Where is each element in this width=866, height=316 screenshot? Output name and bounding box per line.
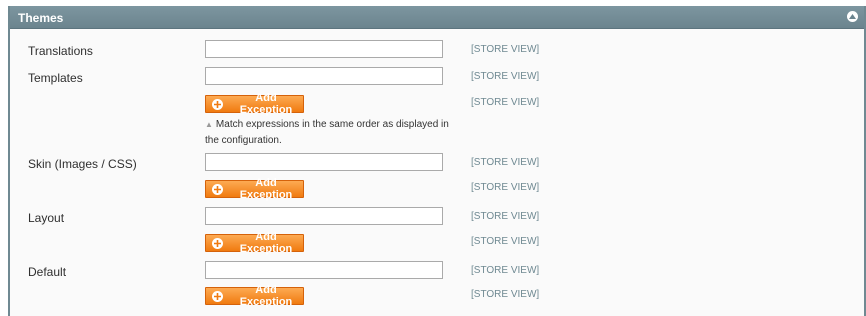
skin-add-exception-button[interactable]: Add Exception [205,177,304,201]
layout-exception-scope: [STORE VIEW] [471,236,540,247]
templates-exception-scope: [STORE VIEW] [471,97,540,108]
templates-scope: [STORE VIEW] [471,71,540,82]
templates-note: ▲ Match expressions in the same order as … [205,117,455,149]
note-arrow-icon: ▲ [205,120,213,129]
plus-circle-icon [212,183,223,195]
row-layout-exception: Add Exception [STORE VIEW] [10,231,864,258]
templates-label: Templates [28,71,83,85]
row-layout: Layout [STORE VIEW] [10,206,864,230]
default-label: Default [28,265,67,279]
skin-input[interactable] [205,153,443,171]
themes-panel: Themes Translations [STORE VIEW] Templat… [8,6,866,316]
plus-circle-icon [212,237,223,249]
default-add-exception-button[interactable]: Add Exception [205,284,304,308]
skin-label: Skin (Images / CSS) [28,157,137,171]
layout-input[interactable] [205,207,443,225]
layout-scope: [STORE VIEW] [471,211,540,222]
add-exception-label: Add Exception [239,177,293,201]
section-title: Themes [18,11,64,25]
plus-circle-icon [212,290,223,302]
default-exception-scope: [STORE VIEW] [471,289,540,300]
row-skin: Skin (Images / CSS) [STORE VIEW] [10,152,864,176]
layout-add-exception-button[interactable]: Add Exception [205,231,304,255]
translations-scope: [STORE VIEW] [471,44,540,55]
section-header[interactable]: Themes [10,6,864,29]
default-scope: [STORE VIEW] [471,265,540,276]
row-translations: Translations [STORE VIEW] [10,39,864,63]
add-exception-label: Add Exception [239,284,293,308]
translations-label: Translations [28,44,93,58]
templates-input[interactable] [205,67,443,85]
row-templates: Templates [STORE VIEW] [10,66,864,90]
templates-add-exception-button[interactable]: Add Exception [205,92,304,116]
row-templates-exception: Add Exception [STORE VIEW] ▲ Match expres… [10,92,864,149]
plus-circle-icon [212,98,223,110]
row-default: Default [STORE VIEW] [10,260,864,284]
add-exception-label: Add Exception [239,92,293,116]
translations-input[interactable] [205,40,443,58]
add-exception-label: Add Exception [239,231,293,255]
skin-scope: [STORE VIEW] [471,157,540,168]
skin-exception-scope: [STORE VIEW] [471,182,540,193]
default-input[interactable] [205,261,443,279]
row-skin-exception: Add Exception [STORE VIEW] [10,177,864,204]
templates-note-text: Match expressions in the same order as d… [205,119,449,146]
layout-label: Layout [28,211,65,225]
collapse-up-icon[interactable] [847,11,858,22]
row-default-exception: Add Exception [STORE VIEW] [10,284,864,311]
